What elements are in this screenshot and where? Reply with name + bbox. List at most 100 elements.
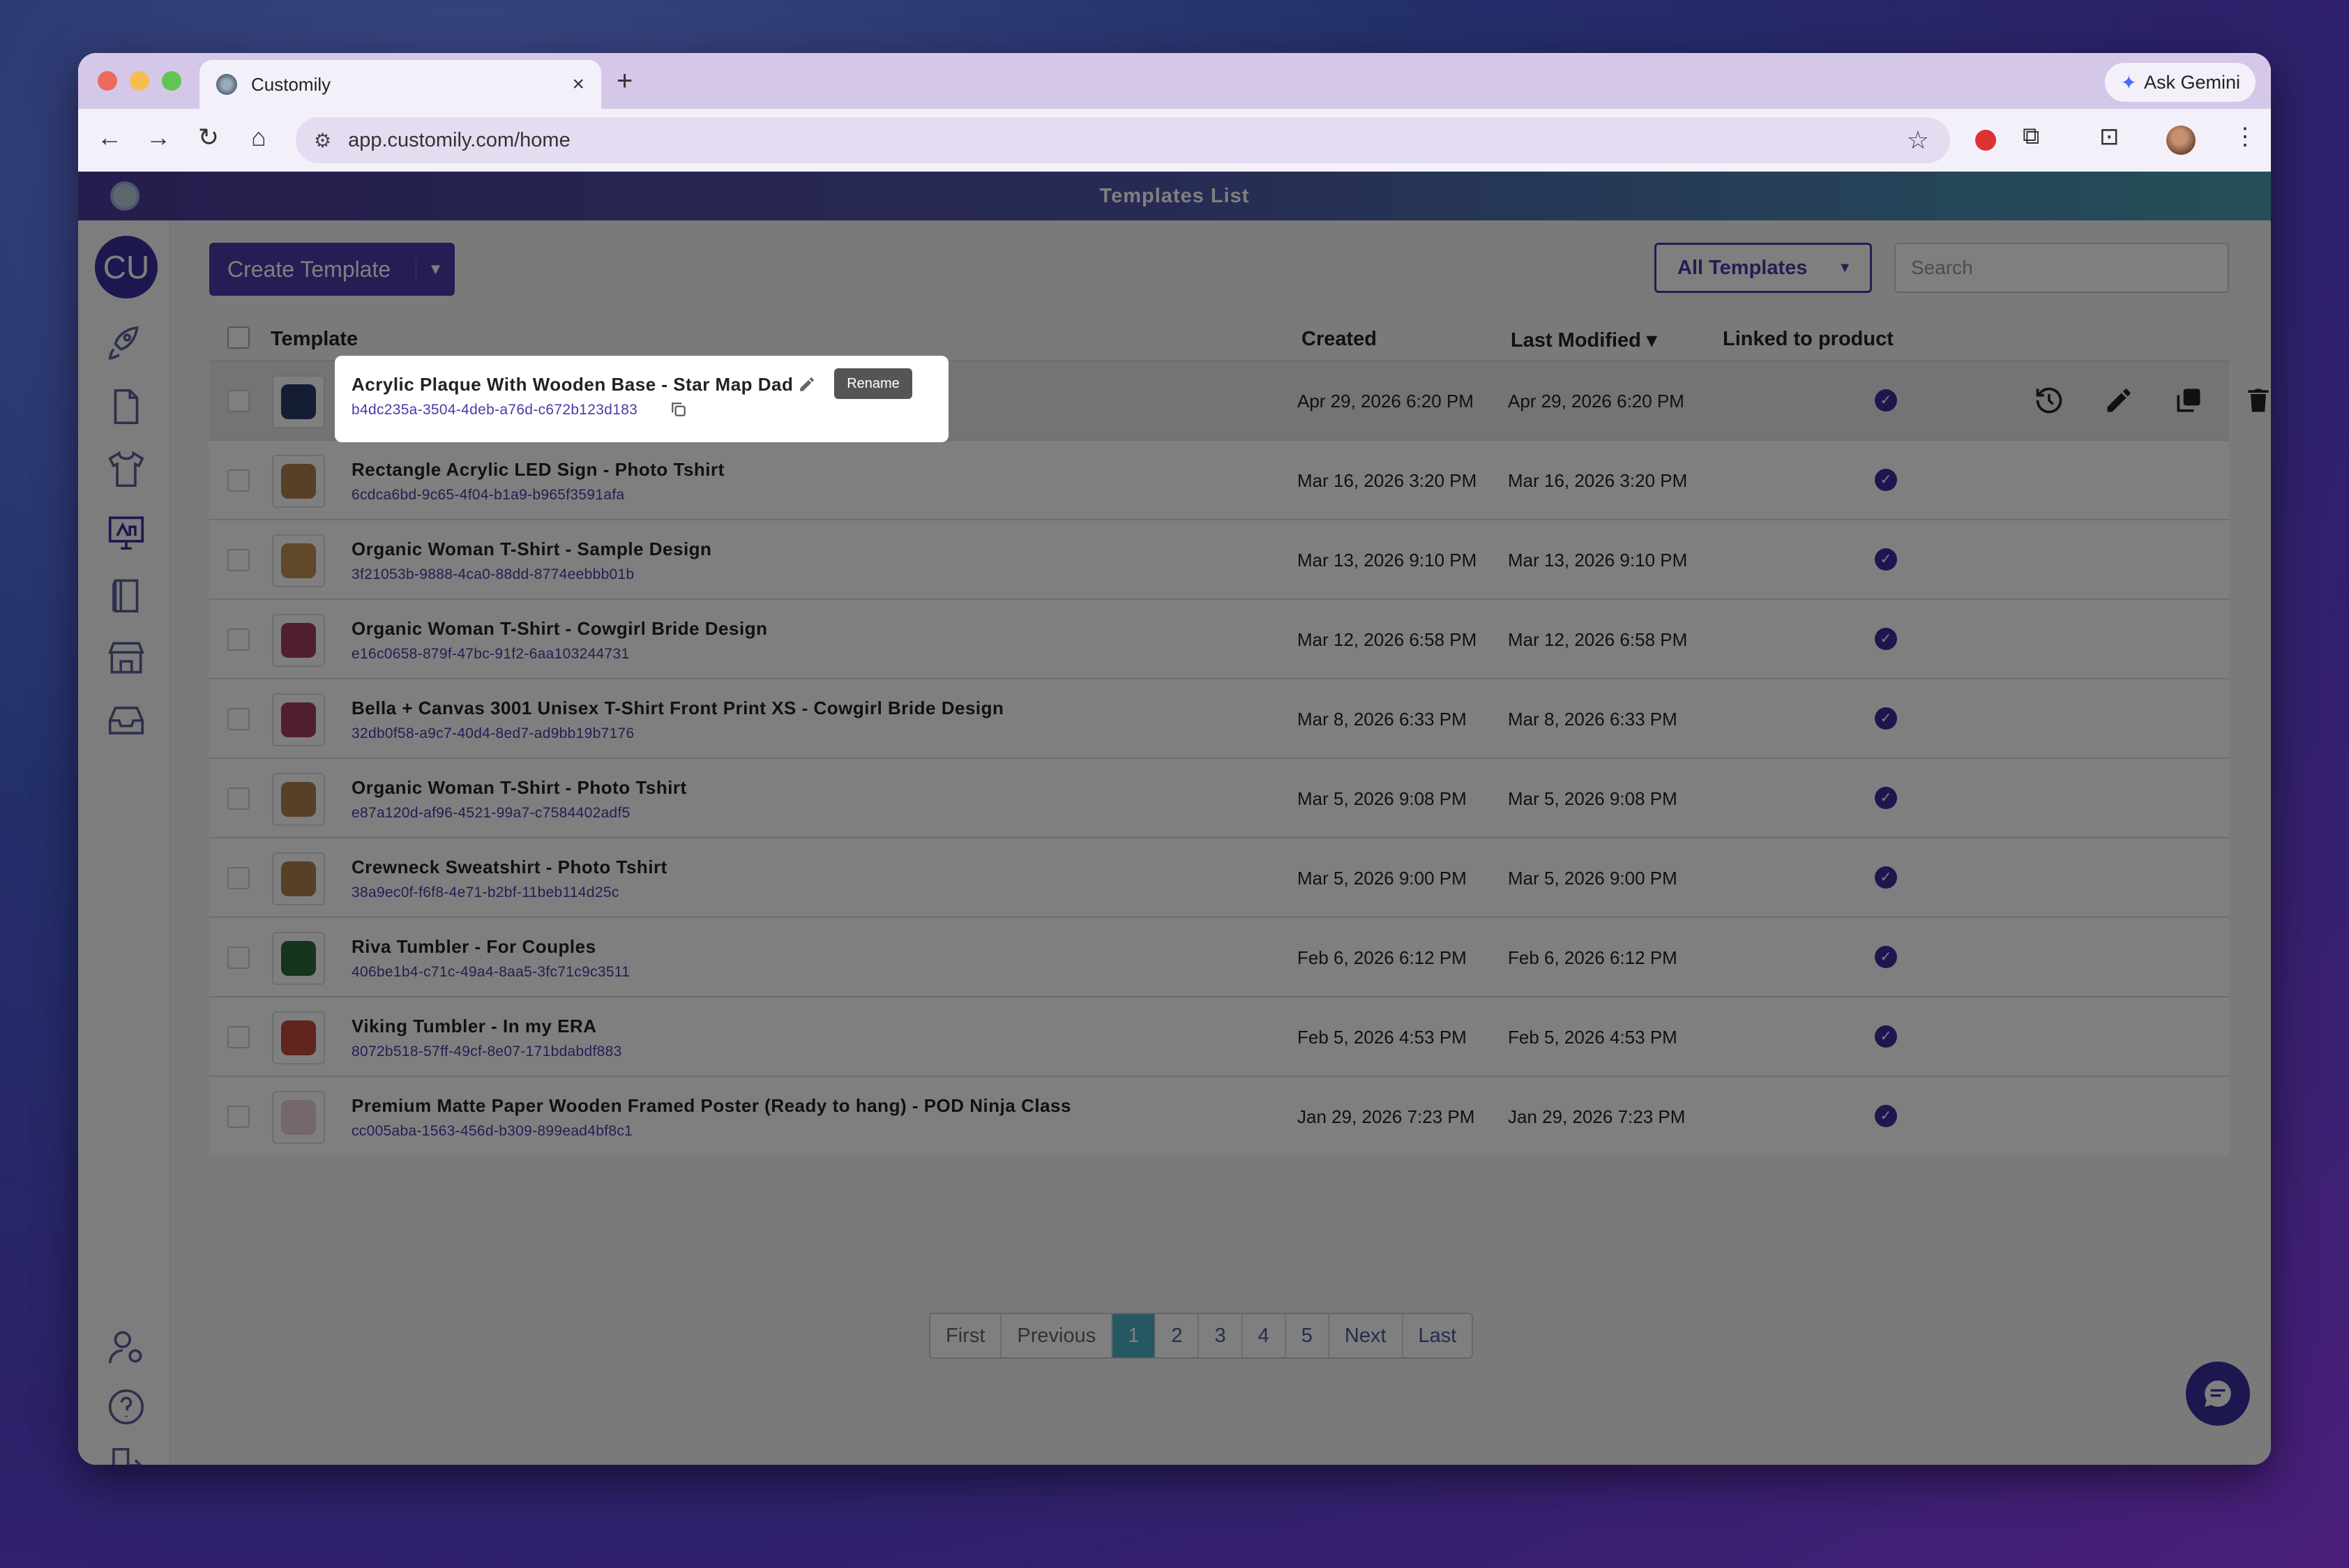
template-name[interactable]: Acrylic Plaque With Wooden Base - Star M… [352, 379, 793, 401]
header-created[interactable]: Created [1301, 328, 1377, 351]
profile-avatar[interactable] [2166, 126, 2196, 155]
select-all-checkbox[interactable] [227, 326, 250, 349]
create-template-label[interactable]: Create Template [209, 257, 416, 282]
address-bar[interactable]: ⚙ app.customily.com/home ☆ [296, 117, 1950, 163]
table-row[interactable]: Crewneck Sweatshirt - Photo Tshirt 38a9ec… [209, 837, 2229, 917]
trash-icon[interactable] [2243, 385, 2271, 416]
template-thumbnail [272, 932, 325, 985]
page-previous-button[interactable]: Previous [1002, 1314, 1113, 1357]
back-arrow-icon[interactable]: ← [92, 123, 127, 152]
page-button-5[interactable]: 5 [1286, 1314, 1329, 1357]
table-row[interactable]: Premium Matte Paper Wooden Framed Poster… [209, 1076, 2229, 1155]
more-menu-icon[interactable]: ⋮ [2233, 123, 2257, 151]
book-icon[interactable] [105, 573, 148, 617]
thumbnail-image [281, 1020, 316, 1055]
row-checkbox[interactable] [227, 469, 250, 492]
modified-date: Feb 5, 2026 4:53 PM [1508, 1027, 1677, 1048]
table-row[interactable]: Organic Woman T-Shirt - Cowgirl Bride De… [209, 598, 2229, 678]
search-input[interactable] [1894, 243, 2229, 293]
page-last-button[interactable]: Last [1403, 1314, 1472, 1357]
header-linked-to-product[interactable]: Linked to product [1723, 328, 1894, 351]
site-settings-icon[interactable]: ⚙ [314, 129, 331, 152]
row-checkbox[interactable] [227, 787, 250, 810]
header-template[interactable]: Template [271, 328, 358, 351]
forward-arrow-icon[interactable]: → [141, 123, 176, 152]
modified-date: Mar 13, 2026 9:10 PM [1508, 550, 1688, 571]
home-icon[interactable]: ⌂ [241, 123, 276, 152]
maximize-window-button[interactable] [162, 71, 181, 91]
url-text[interactable]: app.customily.com/home [348, 129, 571, 152]
duplicate-icon[interactable] [2173, 385, 2204, 416]
modified-date: Mar 16, 2026 3:20 PM [1508, 470, 1688, 491]
user-avatar[interactable]: CU [95, 236, 158, 299]
document-icon[interactable] [105, 385, 148, 428]
template-name[interactable]: Crewneck Sweatshirt - Photo Tshirt [352, 857, 667, 878]
row-checkbox[interactable] [227, 1026, 250, 1048]
reload-icon[interactable]: ↻ [191, 123, 226, 152]
row-checkbox[interactable] [227, 708, 250, 730]
row-checkbox[interactable] [227, 1106, 250, 1128]
browser-tab[interactable]: Customily × [199, 60, 601, 109]
page-button-3[interactable]: 3 [1199, 1314, 1243, 1357]
page-button-1[interactable]: 1 [1112, 1314, 1156, 1357]
inbox-icon[interactable] [105, 699, 148, 742]
help-icon[interactable] [105, 1385, 148, 1428]
template-name[interactable]: Organic Woman T-Shirt - Sample Design [352, 538, 711, 560]
user-settings-icon[interactable] [105, 1325, 148, 1369]
template-name[interactable]: Organic Woman T-Shirt - Photo Tshirt [352, 777, 687, 799]
linked-check-icon: ✓ [1875, 787, 1897, 809]
pagination: First Previous 1 2 3 4 5 Next Last [929, 1313, 1474, 1359]
create-template-button[interactable]: Create Template ▼ [209, 243, 455, 296]
all-templates-dropdown[interactable]: All Templates ▼ [1654, 243, 1872, 293]
minimize-window-button[interactable] [130, 71, 149, 91]
tshirt-icon[interactable] [105, 448, 148, 491]
template-name[interactable]: Premium Matte Paper Wooden Framed Poster… [352, 1095, 1071, 1117]
modified-date: Mar 12, 2026 6:58 PM [1508, 629, 1688, 650]
ask-gemini-button[interactable]: ✦ Ask Gemini [2105, 63, 2256, 102]
template-name[interactable]: Riva Tumbler - For Couples [352, 936, 596, 958]
row-checkbox[interactable] [227, 628, 250, 651]
history-icon[interactable] [2034, 385, 2064, 416]
new-tab-button[interactable]: + [617, 66, 633, 97]
page-next-button[interactable]: Next [1329, 1314, 1403, 1357]
templates-monitor-icon[interactable] [105, 511, 148, 554]
logout-icon[interactable] [105, 1444, 148, 1465]
template-thumbnail [272, 614, 325, 667]
edit-pencil-icon[interactable] [2103, 385, 2134, 416]
template-name[interactable]: Bella + Canvas 3001 Unisex T-Shirt Front… [352, 698, 1004, 719]
bookmark-star-icon[interactable]: ☆ [1907, 126, 1929, 155]
template-name[interactable]: Rectangle Acrylic LED Sign - Photo Tshir… [352, 459, 725, 481]
table-row[interactable]: Bella + Canvas 3001 Unisex T-Shirt Front… [209, 678, 2229, 757]
modified-date: Mar 5, 2026 9:00 PM [1508, 868, 1677, 889]
table-row[interactable]: Viking Tumbler - In my ERA 8072b518-57ff-… [209, 996, 2229, 1076]
template-thumbnail [272, 375, 325, 428]
tab-search-icon[interactable]: ⊡ [2099, 123, 2120, 151]
table-row[interactable]: Acrylic Plaque With Wooden Base - Star M… [209, 360, 2269, 439]
row-checkbox[interactable] [227, 947, 250, 969]
chat-support-button[interactable] [2186, 1362, 2250, 1426]
template-name[interactable]: Organic Woman T-Shirt - Cowgirl Bride De… [352, 618, 767, 640]
linked-check-icon: ✓ [1875, 866, 1897, 889]
row-checkbox[interactable] [227, 549, 250, 571]
caret-down-icon[interactable]: ▼ [416, 260, 455, 278]
template-name[interactable]: Viking Tumbler - In my ERA [352, 1016, 597, 1037]
modified-date: Jan 29, 2026 7:23 PM [1508, 1106, 1686, 1127]
row-checkbox[interactable] [227, 390, 250, 412]
table-row[interactable]: Organic Woman T-Shirt - Photo Tshirt e87a… [209, 757, 2229, 837]
table-row[interactable]: Riva Tumbler - For Couples 406be1b4-c71c-… [209, 917, 2229, 996]
extension-red-icon[interactable] [1975, 130, 1996, 151]
store-icon[interactable] [105, 636, 148, 679]
row-checkbox[interactable] [227, 867, 250, 889]
linked-check-icon: ✓ [1875, 548, 1897, 571]
page-button-4[interactable]: 4 [1243, 1314, 1286, 1357]
extensions-puzzle-icon[interactable]: ⧉ [2023, 123, 2039, 150]
page-button-2[interactable]: 2 [1156, 1314, 1200, 1357]
table-row[interactable]: Rectangle Acrylic LED Sign - Photo Tshir… [209, 439, 2229, 519]
header-last-modified[interactable]: Last Modified ▾ [1511, 328, 1657, 352]
page-first-button[interactable]: First [930, 1314, 1002, 1357]
tab-close-icon[interactable]: × [572, 73, 584, 96]
table-row[interactable]: Organic Woman T-Shirt - Sample Design 3f2… [209, 519, 2229, 598]
rocket-icon[interactable] [105, 322, 148, 365]
customily-logo-icon[interactable] [110, 181, 139, 211]
close-window-button[interactable] [98, 71, 117, 91]
